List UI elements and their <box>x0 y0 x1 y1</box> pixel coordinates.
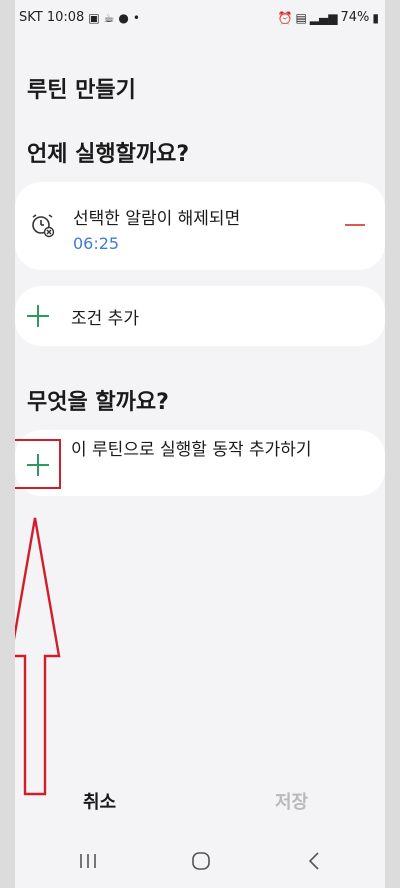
what-section-title: 무엇을 할까요? <box>27 390 169 415</box>
add-action-label: 이 루틴으로 실행할 동작 추가하기 <box>71 440 312 460</box>
trigger-time: 06:25 <box>73 234 120 253</box>
dot-icon: • <box>132 10 140 25</box>
when-section-title: 언제 실행할까요? <box>27 142 190 167</box>
carrier-time: SKT 10:08 <box>19 10 85 25</box>
home-icon[interactable] <box>191 851 211 871</box>
minus-icon <box>345 224 365 226</box>
navigation-bar <box>15 846 385 888</box>
highlight-box <box>15 439 61 489</box>
bottom-action-bar: 취소 저장 <box>15 780 385 824</box>
add-action-button[interactable]: 이 루틴으로 실행할 동작 추가하기 <box>15 430 385 496</box>
back-icon[interactable] <box>305 851 323 871</box>
recents-icon[interactable] <box>77 852 99 870</box>
add-condition-button[interactable]: 조건 추가 <box>15 286 385 346</box>
5g-icon: ▤ <box>295 10 307 25</box>
trigger-card[interactable]: 선택한 알람이 해제되면 06:25 <box>15 182 385 270</box>
alarm-off-icon <box>32 214 55 238</box>
status-right: ⏰ ▤ ▂▄▆ 74% ▮ <box>278 10 380 25</box>
signal-icon: ▂▄▆ <box>309 10 338 25</box>
gallery-icon: ▣ <box>88 10 100 25</box>
save-button[interactable]: 저장 <box>275 788 308 814</box>
status-left: SKT 10:08 ▣ ☕ ● • <box>19 10 140 25</box>
status-bar: SKT 10:08 ▣ ☕ ● • ⏰ ▤ ▂▄▆ 74% ▮ <box>15 0 385 36</box>
phone-screen: SKT 10:08 ▣ ☕ ● • ⏰ ▤ ▂▄▆ 74% ▮ 루틴 만들기 언… <box>15 0 385 888</box>
talk-icon: ● <box>118 10 129 25</box>
plus-icon <box>27 305 49 327</box>
alarm-icon: ⏰ <box>277 10 293 25</box>
battery-icon: ▮ <box>372 10 379 25</box>
plus-icon <box>27 454 49 476</box>
coffee-icon: ☕ <box>103 10 115 25</box>
add-condition-label: 조건 추가 <box>71 309 139 329</box>
remove-trigger-button[interactable] <box>335 210 375 240</box>
cancel-button[interactable]: 취소 <box>83 788 116 814</box>
battery-percent: 74% <box>340 10 370 25</box>
page-title: 루틴 만들기 <box>27 78 136 103</box>
trigger-label: 선택한 알람이 해제되면 <box>73 209 241 229</box>
annotation-arrow-icon <box>15 517 61 796</box>
